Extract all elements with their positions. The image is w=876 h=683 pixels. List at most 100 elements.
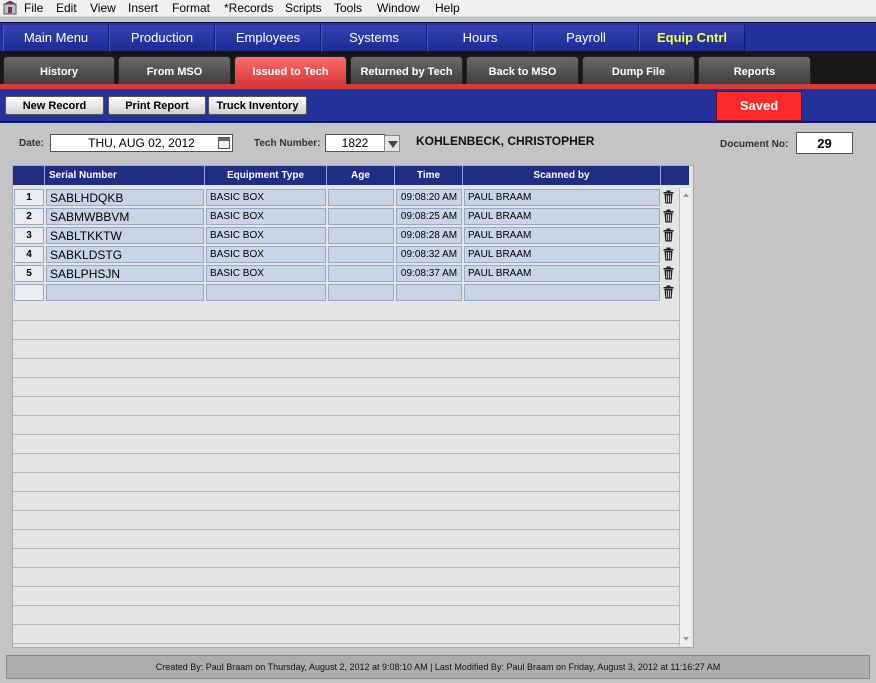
tech-number-field[interactable]: 1822 (325, 134, 385, 152)
col-equipment-type: Equipment Type (205, 166, 327, 185)
menu-scripts[interactable]: Scripts (285, 1, 322, 16)
row-number-cell: 5 (14, 265, 44, 282)
age-cell[interactable] (328, 189, 394, 206)
time-cell[interactable]: 09:08:25 AM (396, 208, 462, 225)
age-cell[interactable] (328, 208, 394, 225)
table-row[interactable]: 5 SABLPHSJN BASIC BOX 09:08:37 AM PAUL BRAAM (13, 264, 679, 283)
scanned-by-cell[interactable]: PAUL BRAAM (464, 189, 660, 206)
time-cell[interactable]: 09:08:37 AM (396, 265, 462, 282)
scanned-by-cell[interactable]: PAUL BRAAM (464, 208, 660, 225)
serial-number-cell[interactable]: SABLPHSJN (46, 265, 204, 282)
scanned-by-cell[interactable] (464, 284, 660, 301)
trash-icon[interactable] (663, 228, 674, 242)
grid-rule-line (13, 453, 679, 454)
menu-tools[interactable]: Tools (334, 1, 362, 16)
equipment-type-cell[interactable]: BASIC BOX (206, 208, 326, 225)
equipment-type-cell[interactable]: BASIC BOX (206, 265, 326, 282)
date-label: Date: (19, 138, 45, 149)
trash-icon[interactable] (663, 247, 674, 261)
scanned-by-cell[interactable]: PAUL BRAAM (464, 246, 660, 263)
col-age: Age (327, 166, 395, 185)
nav-systems[interactable]: Systems (321, 25, 427, 51)
nav-production[interactable]: Production (109, 25, 215, 51)
age-cell[interactable] (328, 284, 394, 301)
equipment-type-cell[interactable]: BASIC BOX (206, 227, 326, 244)
equipment-type-cell[interactable] (206, 284, 326, 301)
tab-back-to-mso[interactable]: Back to MSO (466, 56, 579, 85)
date-value: THU, AUG 02, 2012 (88, 136, 195, 150)
scroll-up-icon[interactable] (681, 190, 691, 200)
tab-from-mso[interactable]: From MSO (118, 56, 231, 85)
menu-insert[interactable]: Insert (128, 1, 158, 16)
grid-rule-line (13, 396, 679, 397)
scanned-by-cell[interactable]: PAUL BRAAM (464, 265, 660, 282)
time-cell[interactable]: 09:08:32 AM (396, 246, 462, 263)
grid-rule-line (13, 567, 679, 568)
grid-rule-line (13, 605, 679, 606)
nav-hours[interactable]: Hours (427, 25, 533, 51)
grid-panel: Serial Number Equipment Type Age Time Sc… (6, 163, 870, 651)
grid-rule-line (13, 472, 679, 473)
table-row[interactable]: 2 SABMWBBVM BASIC BOX 09:08:25 AM PAUL BRAAM (13, 207, 679, 226)
equipment-type-cell[interactable]: BASIC BOX (206, 189, 326, 206)
tab-dump-file[interactable]: Dump File (582, 56, 695, 85)
document-no-label: Document No: (720, 139, 789, 150)
age-cell[interactable] (328, 265, 394, 282)
serial-number-cell[interactable]: SABLHDQKB (46, 189, 204, 206)
serial-number-cell[interactable]: SABKLDSTG (46, 246, 204, 263)
trash-icon[interactable] (663, 266, 674, 280)
table-row[interactable]: 3 SABLTKKTW BASIC BOX 09:08:28 AM PAUL BRAAM (13, 226, 679, 245)
print-report-button[interactable]: Print Report (108, 96, 206, 115)
tab-history[interactable]: History (3, 56, 115, 85)
menu-window[interactable]: Window (377, 1, 420, 16)
scroll-down-icon[interactable] (681, 634, 691, 644)
nav-employees[interactable]: Employees (215, 25, 321, 51)
time-cell[interactable]: 09:08:28 AM (396, 227, 462, 244)
menu-edit[interactable]: Edit (56, 1, 77, 16)
serial-number-cell[interactable]: SABLTKKTW (46, 227, 204, 244)
trash-icon[interactable] (663, 190, 674, 204)
serial-number-cell[interactable]: SABMWBBVM (46, 208, 204, 225)
table-row[interactable]: 4 SABKLDSTG BASIC BOX 09:08:32 AM PAUL BRAAM (13, 245, 679, 264)
nav-main-menu[interactable]: Main Menu (3, 25, 109, 51)
table-row[interactable]: 1 SABLHDQKB BASIC BOX 09:08:20 AM PAUL BRAAM (13, 188, 679, 207)
filemaker-app-icon[interactable] (3, 1, 17, 15)
age-cell[interactable] (328, 227, 394, 244)
nav-equip-cntrl[interactable]: Equip Cntrl (639, 25, 745, 51)
app-window: File Edit View Insert Format *Records Sc… (0, 0, 876, 683)
calendar-icon[interactable] (218, 137, 230, 149)
date-field[interactable]: THU, AUG 02, 2012 (50, 134, 233, 152)
col-delete (661, 166, 689, 185)
trash-icon[interactable] (663, 209, 674, 223)
row-number-cell: 3 (14, 227, 44, 244)
menu-view[interactable]: View (90, 1, 116, 16)
grid-rule-line (13, 434, 679, 435)
vertical-scrollbar[interactable] (679, 188, 691, 646)
row-number-cell: 2 (14, 208, 44, 225)
scanned-by-cell[interactable]: PAUL BRAAM (464, 227, 660, 244)
time-cell[interactable]: 09:08:20 AM (396, 189, 462, 206)
trash-icon[interactable] (663, 285, 674, 299)
tab-reports[interactable]: Reports (698, 56, 811, 85)
tab-issued-to-tech[interactable]: Issued to Tech (234, 56, 347, 85)
menu-format[interactable]: Format (172, 1, 210, 16)
menu-records[interactable]: *Records (224, 1, 273, 16)
tab-returned-by-tech[interactable]: Returned by Tech (350, 56, 463, 85)
equipment-type-cell[interactable]: BASIC BOX (206, 246, 326, 263)
serial-number-cell[interactable] (46, 284, 204, 301)
time-cell[interactable] (396, 284, 462, 301)
grid-rule-line (13, 548, 679, 549)
nav-payroll[interactable]: Payroll (533, 25, 639, 51)
menu-help[interactable]: Help (435, 1, 460, 16)
audit-footer: Created By: Paul Braam on Thursday, Augu… (6, 655, 870, 679)
menu-file[interactable]: File (24, 1, 43, 16)
grid-rule-line (13, 491, 679, 492)
age-cell[interactable] (328, 246, 394, 263)
new-record-button[interactable]: New Record (5, 96, 104, 115)
grid-rule-line (13, 643, 679, 644)
table-row[interactable] (13, 283, 679, 302)
document-no-field[interactable]: 29 (796, 132, 853, 154)
truck-inventory-button[interactable]: Truck Inventory (208, 96, 307, 115)
grid-rule-line (13, 586, 679, 587)
chevron-down-icon[interactable] (384, 135, 400, 152)
